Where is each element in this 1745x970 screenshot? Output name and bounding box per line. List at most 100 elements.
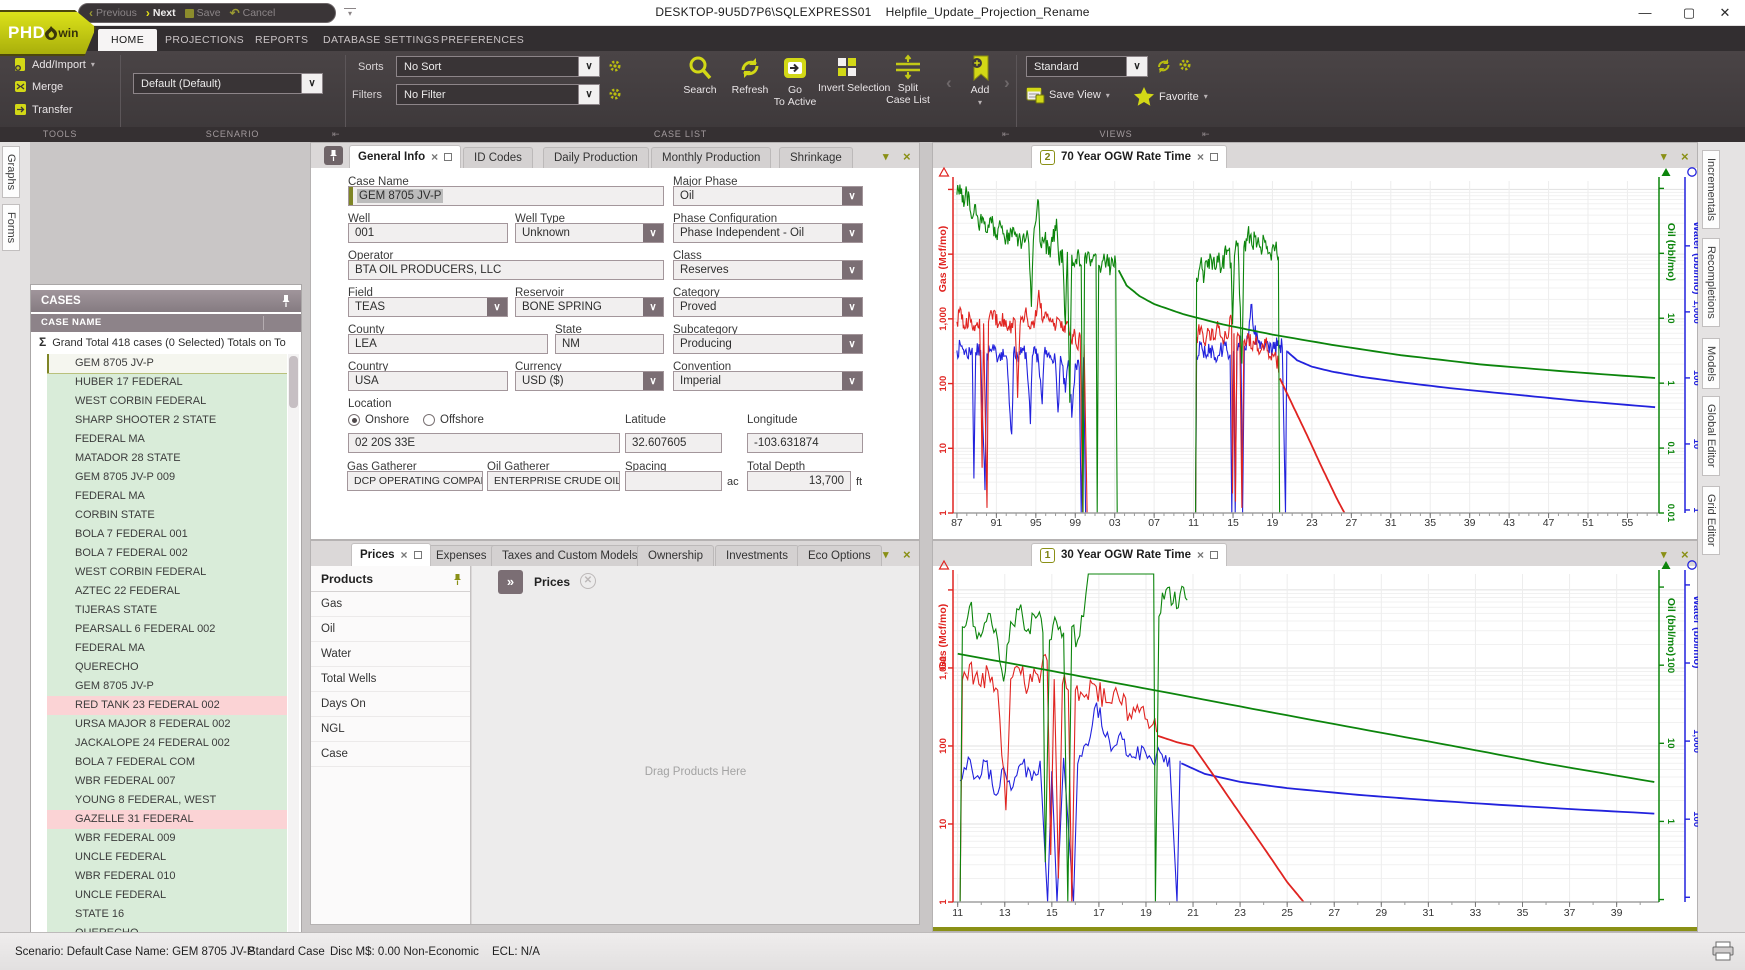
state-input[interactable]: NM — [555, 334, 664, 354]
pane-menu-icon[interactable]: ▾ — [883, 548, 889, 561]
case-row[interactable]: WBR FEDERAL 007 — [47, 772, 287, 791]
add-button[interactable]: Add▾ — [958, 55, 1002, 109]
country-input[interactable]: USA — [348, 371, 508, 391]
goto-active-button[interactable]: Go To Active — [772, 55, 818, 108]
filters-dropdown[interactable]: No Filter∨ — [396, 84, 600, 105]
close-button[interactable]: ✕ — [1708, 3, 1742, 23]
customize-quick-access-icon[interactable]: ▾ — [344, 8, 356, 20]
previous-button[interactable]: ‹Previous — [89, 6, 137, 20]
product-item-water[interactable]: Water — [311, 642, 470, 667]
scenario-dropdown[interactable]: Default (Default)∨ — [133, 73, 323, 94]
sorts-gear-icon[interactable] — [608, 59, 622, 73]
pin-button[interactable] — [324, 146, 343, 165]
county-input[interactable]: LEA — [348, 334, 548, 354]
sorts-dropdown[interactable]: No Sort∨ — [396, 56, 600, 77]
tab-investments[interactable]: Investments — [715, 545, 799, 566]
rail-tab-models[interactable]: Models — [1702, 338, 1720, 389]
scrollbar-thumb[interactable] — [289, 356, 298, 408]
maximize-icon[interactable] — [414, 551, 422, 559]
product-item-oil[interactable]: Oil — [311, 617, 470, 642]
merge-button[interactable]: Merge — [14, 80, 63, 93]
pane-menu-icon[interactable]: ▾ — [1661, 150, 1667, 163]
expand-panel-button[interactable]: » — [498, 570, 523, 594]
rail-tab-recompletions[interactable]: Recompletions — [1702, 238, 1720, 327]
product-item-case[interactable]: Case — [311, 742, 470, 767]
case-row[interactable]: GAZELLE 31 FEDERAL — [47, 810, 287, 829]
case-row[interactable]: WEST CORBIN FEDERAL — [47, 392, 287, 411]
case-row[interactable]: BOLA 7 FEDERAL 001 — [47, 525, 287, 544]
case-row[interactable]: RED TANK 23 FEDERAL 002 — [47, 696, 287, 715]
case-row[interactable]: UNCLE FEDERAL — [47, 848, 287, 867]
case-row[interactable]: CORBIN STATE — [47, 506, 287, 525]
tab-ownership[interactable]: Ownership — [637, 545, 714, 566]
add-import-button[interactable]: Add/Import▾ — [14, 57, 95, 72]
pane-close-icon[interactable]: × — [903, 547, 911, 562]
phase-configuration-select[interactable]: Phase Independent - Oil∨ — [673, 223, 863, 243]
currency-select[interactable]: USD ($)∨ — [515, 371, 664, 391]
maximize-icon[interactable] — [1210, 551, 1218, 559]
case-row[interactable]: PEARSALL 6 FEDERAL 002 — [47, 620, 287, 639]
popout-icon[interactable]: ⇤ — [1202, 129, 1210, 140]
remove-icon[interactable]: ✕ — [580, 573, 596, 589]
gas-gatherer-input[interactable]: DCP OPERATING COMPANY — [347, 471, 483, 491]
case-row[interactable]: FEDERAL MA — [47, 430, 287, 449]
tab-eco-options[interactable]: Eco Options — [797, 545, 882, 566]
close-icon[interactable]: × — [401, 548, 408, 562]
case-row[interactable]: WBR FEDERAL 009 — [47, 829, 287, 848]
offshore-radio[interactable]: Offshore — [423, 414, 484, 426]
case-name-column-header[interactable]: CASE NAME — [31, 314, 301, 332]
maximize-icon[interactable] — [444, 153, 452, 161]
total-depth-input[interactable]: 13,700 — [747, 471, 851, 491]
search-button[interactable]: Search — [676, 55, 724, 96]
close-icon[interactable]: × — [431, 150, 438, 164]
case-row[interactable]: AZTEC 22 FEDERAL — [47, 582, 287, 601]
case-row[interactable]: URSA MAJOR 8 FEDERAL 002 — [47, 715, 287, 734]
rail-tab-graphs[interactable]: Graphs — [2, 146, 20, 198]
pane-menu-icon[interactable]: ▾ — [1661, 548, 1667, 561]
case-name-input[interactable]: GEM 8705 JV-P — [348, 186, 664, 206]
case-row[interactable]: GEM 8705 JV-P 009 — [47, 468, 287, 487]
filters-gear-icon[interactable] — [608, 87, 622, 101]
views-refresh-icon[interactable] — [1156, 58, 1171, 73]
case-row[interactable]: UNCLE FEDERAL — [47, 886, 287, 905]
rail-tab-global-editor[interactable]: Global Editor — [1702, 396, 1720, 476]
rail-tab-forms[interactable]: Forms — [2, 204, 20, 251]
rail-tab-grid-editor[interactable]: Grid Editor — [1702, 486, 1720, 555]
tab-preferences[interactable]: PREFERENCES — [428, 29, 537, 51]
next-button[interactable]: ›Next — [146, 6, 176, 20]
tab-taxes-custom-models[interactable]: Taxes and Custom Models — [491, 545, 649, 566]
invert-selection-button[interactable]: Invert Selection — [818, 55, 876, 94]
tab-daily-production[interactable]: Daily Production — [543, 147, 649, 168]
tab-general-info[interactable]: General Info× — [349, 145, 461, 168]
case-row[interactable]: GEM 8705 JV-P — [47, 354, 287, 373]
major-phase-select[interactable]: Oil∨ — [673, 186, 863, 206]
case-row[interactable]: SHARP SHOOTER 2 STATE — [47, 411, 287, 430]
views-dropdown[interactable]: Standard∨ — [1026, 56, 1148, 77]
tab-prices[interactable]: Prices× — [351, 543, 431, 566]
views-gear-icon[interactable] — [1178, 58, 1192, 72]
tab-30-year-ogw-rate-time[interactable]: 130 Year OGW Rate Time× — [1031, 543, 1227, 566]
maximize-icon[interactable] — [1210, 153, 1218, 161]
tab-home[interactable]: HOME — [98, 29, 157, 51]
case-row[interactable]: STATE 16 — [47, 905, 287, 924]
pane-menu-icon[interactable]: ▾ — [883, 150, 889, 163]
category-select[interactable]: Proved∨ — [673, 297, 863, 317]
product-item-days-on[interactable]: Days On — [311, 692, 470, 717]
popout-icon[interactable]: ⇤ — [332, 129, 340, 140]
case-row[interactable]: YOUNG 8 FEDERAL, WEST — [47, 791, 287, 810]
minimize-button[interactable]: — — [1628, 3, 1662, 23]
convention-select[interactable]: Imperial∨ — [673, 371, 863, 391]
save-view-button[interactable]: Save View▾ — [1026, 87, 1110, 103]
product-item-total-wells[interactable]: Total Wells — [311, 667, 470, 692]
tab-id-codes[interactable]: ID Codes — [463, 147, 533, 168]
case-row[interactable]: WEST CORBIN FEDERAL — [47, 563, 287, 582]
scroll-right-icon[interactable]: › — [1004, 73, 1010, 93]
case-row[interactable]: JACKALOPE 24 FEDERAL 002 — [47, 734, 287, 753]
latitude-input[interactable]: 32.607605 — [625, 433, 722, 453]
product-item-gas[interactable]: Gas — [311, 592, 470, 617]
pane-close-icon[interactable]: × — [1681, 149, 1689, 164]
case-row[interactable]: MATADOR 28 STATE — [47, 449, 287, 468]
well-input[interactable]: 001 — [348, 223, 508, 243]
location-input[interactable]: 02 20S 33E — [348, 433, 620, 453]
tab-expenses[interactable]: Expenses — [425, 545, 498, 566]
